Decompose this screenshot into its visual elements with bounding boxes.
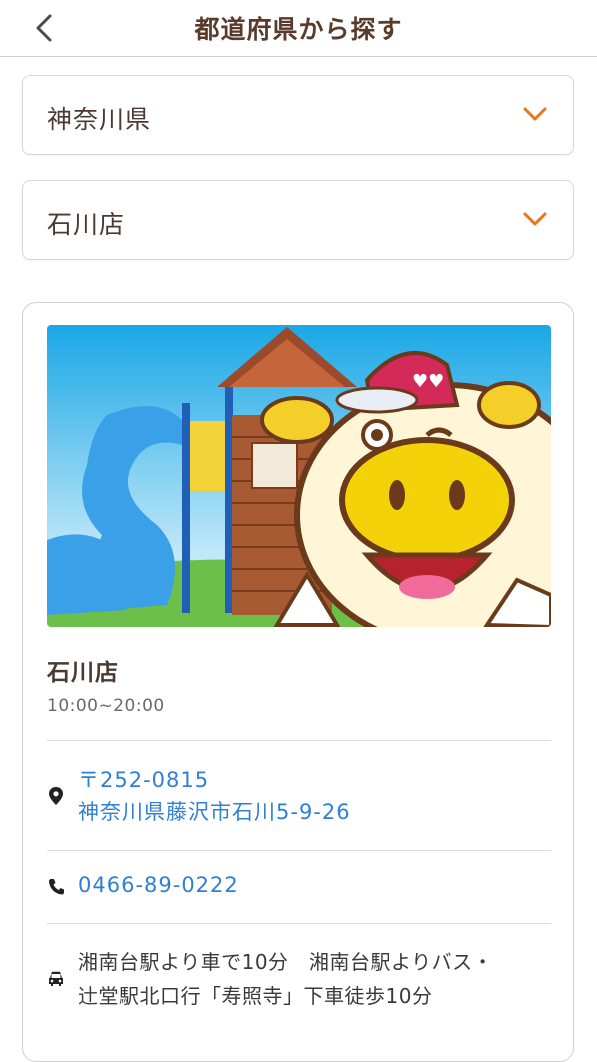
chevron-down-icon (523, 212, 547, 226)
prefecture-select[interactable]: 神奈川県 (22, 75, 574, 155)
store-card: ♥♥ 石川店 10:00~20:00 〒252-0815 神奈川県藤沢市石川5-… (22, 302, 574, 1062)
svg-text:♥♥: ♥♥ (412, 371, 444, 392)
access-info: 湘南台駅より車で10分 湘南台駅よりバス・ 辻堂駅北口行「寿照寺」下車徒歩10分 (78, 945, 558, 1013)
phone-link[interactable]: 0466-89-0222 (78, 873, 239, 897)
divider (47, 740, 551, 741)
divider (47, 923, 551, 924)
phone-icon (49, 879, 64, 895)
postal-code-link[interactable]: 〒252-0815 (78, 764, 209, 794)
store-name: 石川店 (47, 660, 119, 686)
access-info-line: 辻堂駅北口行「寿照寺」下車徒歩10分 (78, 984, 433, 1008)
store-image: ♥♥ (47, 325, 551, 627)
access-info-line: 湘南台駅より車で10分 湘南台駅よりバス・ (78, 950, 494, 974)
car-icon (49, 971, 63, 986)
chevron-down-icon (523, 107, 547, 121)
location-pin-icon (49, 787, 63, 805)
prefecture-select-value: 神奈川県 (47, 105, 152, 134)
store-select[interactable]: 石川店 (22, 180, 574, 260)
page-title: 都道府県から探す (194, 15, 403, 44)
app-header: 都道府県から探す (0, 0, 597, 57)
store-select-value: 石川店 (47, 210, 126, 239)
store-hours: 10:00~20:00 (47, 696, 165, 716)
address-link[interactable]: 神奈川県藤沢市石川5-9-26 (78, 796, 351, 826)
divider (47, 850, 551, 851)
